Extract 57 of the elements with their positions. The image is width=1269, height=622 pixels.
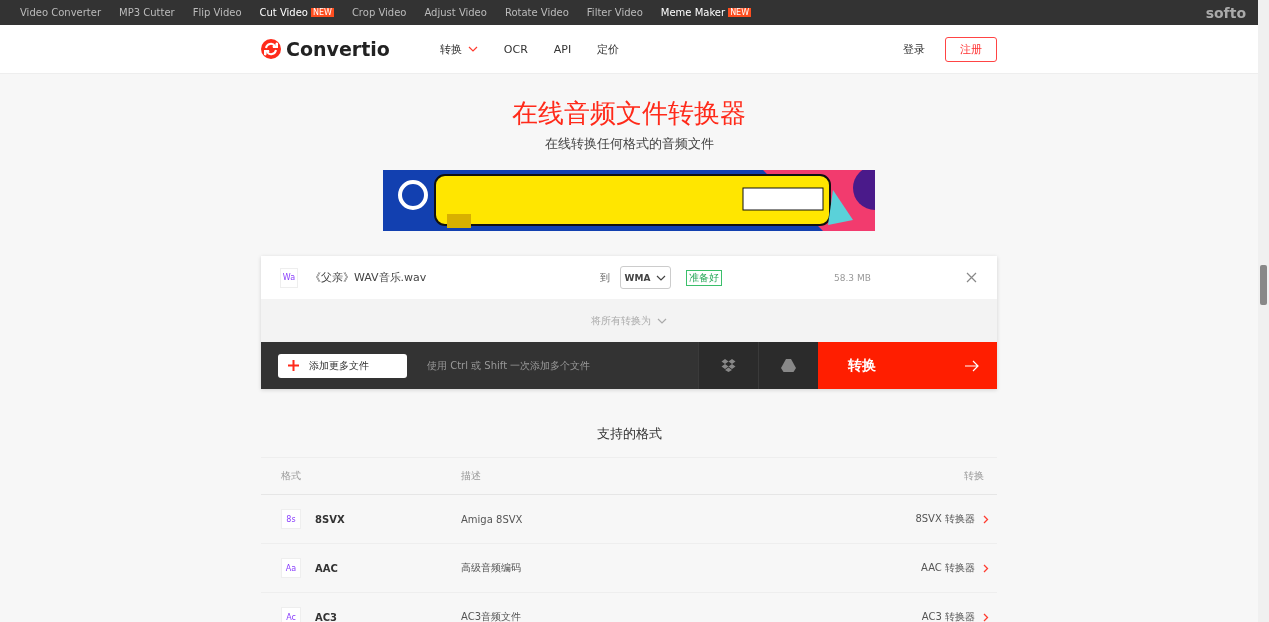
nav-item[interactable]: OCR bbox=[503, 41, 528, 57]
format-name: AAC bbox=[315, 562, 338, 574]
column-header: 格式 bbox=[281, 469, 302, 483]
new-badge: NEW bbox=[728, 8, 752, 17]
format-select[interactable]: WMA bbox=[620, 266, 671, 289]
top-link[interactable]: Rotate Video bbox=[504, 7, 569, 18]
file-type-icon: Wa bbox=[280, 267, 298, 288]
converter-link[interactable]: AC3 转换器 bbox=[921, 610, 989, 622]
format-icon: 8s bbox=[281, 509, 301, 529]
file-size: 58.3 MB bbox=[834, 272, 871, 283]
top-link[interactable]: Crop Video bbox=[351, 7, 407, 18]
top-link[interactable]: Adjust Video bbox=[424, 7, 487, 18]
format-description: Amiga 8SVX bbox=[461, 513, 524, 525]
converter-link[interactable]: AAC 转换器 bbox=[921, 561, 989, 575]
box-icon[interactable] bbox=[721, 359, 736, 372]
status-badge: 准备好 bbox=[686, 269, 722, 286]
format-name: 8SVX bbox=[315, 513, 345, 525]
top-link[interactable]: Cut Video NEW bbox=[259, 7, 334, 18]
converter-link[interactable]: 8SVX 转换器 bbox=[915, 512, 989, 526]
chevron-down-icon bbox=[657, 317, 667, 324]
logo-text[interactable]: Convertio bbox=[286, 38, 390, 60]
top-link[interactable]: Filter Video bbox=[586, 7, 643, 18]
format-description: AC3音频文件 bbox=[461, 610, 522, 622]
chevron-right-icon bbox=[983, 612, 989, 622]
plus-icon bbox=[288, 360, 299, 371]
page-title: 在线音频文件转换器 bbox=[511, 97, 747, 130]
top-link[interactable]: Video Converter bbox=[20, 7, 101, 18]
format-icon: Aa bbox=[281, 558, 301, 578]
close-icon[interactable] bbox=[966, 272, 977, 283]
login-link[interactable]: 登录 bbox=[903, 41, 925, 57]
top-link[interactable]: Meme Maker NEW bbox=[660, 7, 752, 18]
section-title: 支持的格式 bbox=[595, 425, 663, 443]
top-link[interactable]: Flip Video bbox=[192, 7, 242, 18]
file-name: 《父亲》WAV音乐.wav bbox=[310, 270, 428, 285]
format-name: AC3 bbox=[315, 611, 338, 622]
top-link[interactable]: MP3 Cutter bbox=[119, 7, 175, 18]
to-label: 到 bbox=[600, 270, 610, 285]
arrow-right-icon bbox=[965, 359, 979, 372]
column-header: 描述 bbox=[461, 469, 482, 483]
scrollbar[interactable] bbox=[1258, 0, 1269, 622]
brand-logo[interactable]: softo bbox=[1205, 4, 1246, 21]
chevron-down-icon bbox=[467, 46, 478, 52]
logo-icon bbox=[261, 39, 281, 59]
page-subtitle: 在线转换任何格式的音频文件 bbox=[543, 135, 715, 153]
new-badge: NEW bbox=[310, 8, 334, 17]
format-icon: Ac bbox=[281, 607, 301, 622]
chevron-right-icon bbox=[983, 514, 989, 524]
chevron-down-icon bbox=[656, 274, 667, 281]
column-header: 转换 bbox=[963, 469, 984, 483]
add-files-button[interactable]: 添加更多文件 bbox=[278, 353, 407, 378]
format-description: 高级音频编码 bbox=[461, 561, 522, 575]
nav-item[interactable]: 转换 bbox=[439, 41, 478, 57]
nav-item[interactable]: 定价 bbox=[597, 41, 620, 57]
chevron-right-icon bbox=[983, 563, 989, 573]
convert-button[interactable]: 转换 bbox=[818, 342, 997, 389]
register-button[interactable]: 注册 bbox=[945, 36, 997, 62]
nav-item[interactable]: API bbox=[553, 41, 572, 57]
